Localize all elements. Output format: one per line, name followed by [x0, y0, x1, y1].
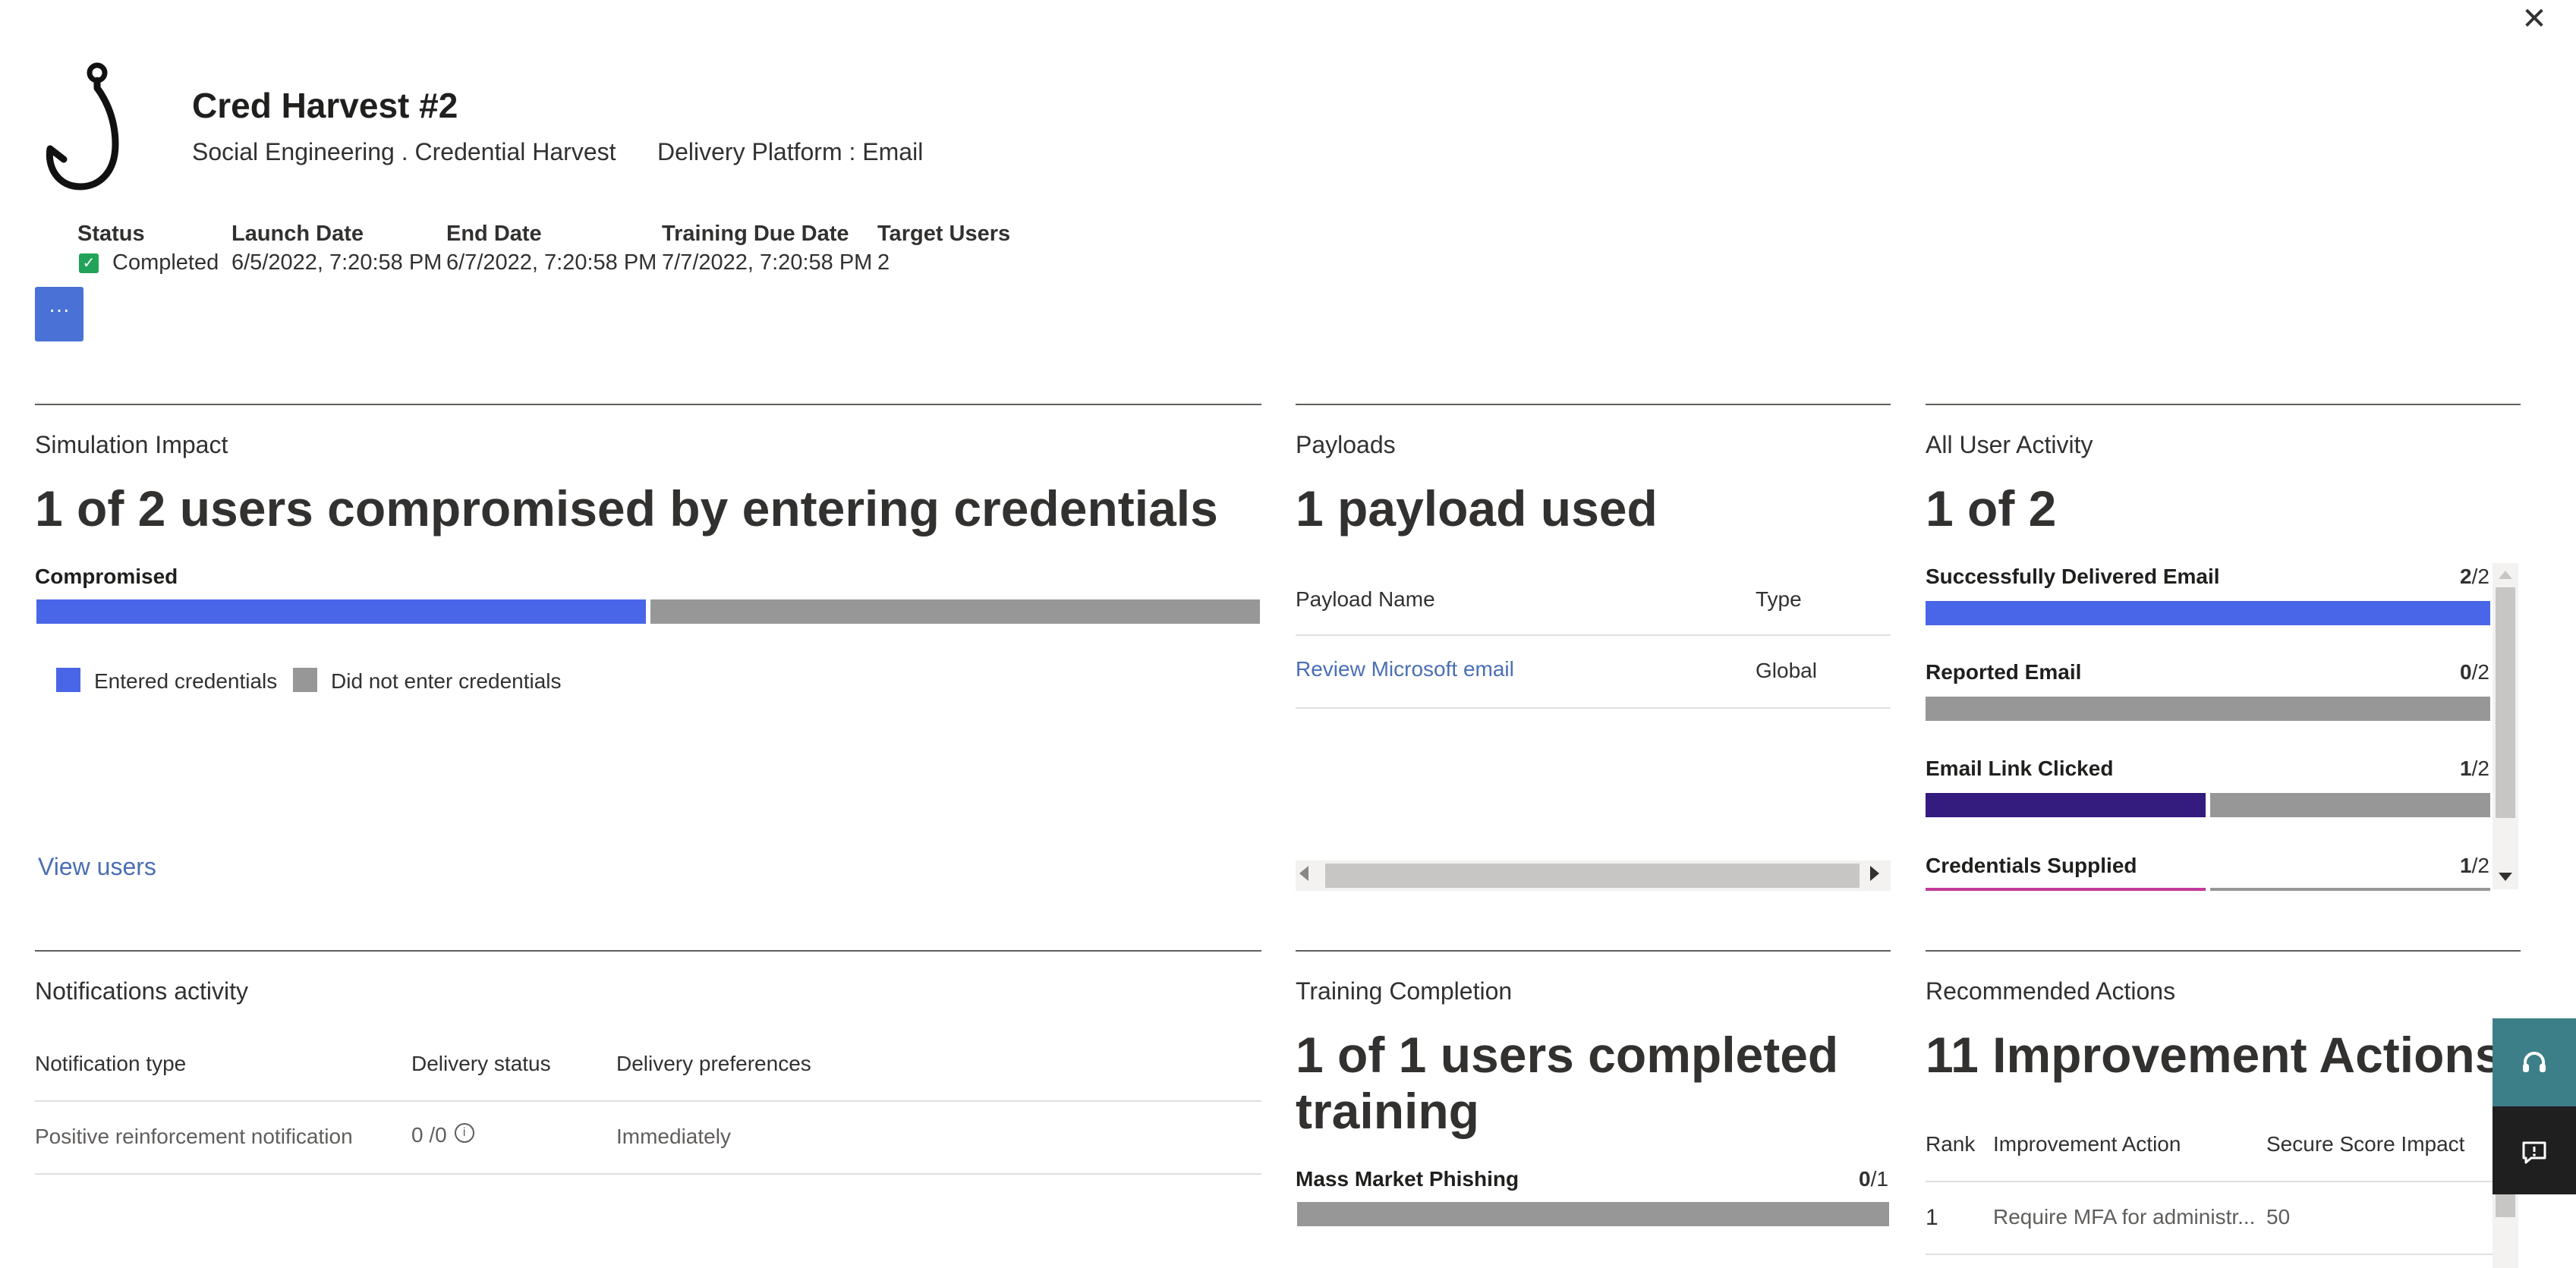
close-button[interactable]: ✕: [2518, 0, 2550, 38]
impact-headline: 1 of 2 users compromised by entering cre…: [35, 480, 1218, 536]
legend-not-entered-label: Did not enter credentials: [331, 669, 562, 693]
payload-type-cell: Global: [1756, 659, 1817, 682]
training-bar: [1297, 1202, 1889, 1226]
activity-headline: 1 of 2: [1926, 480, 2057, 536]
delivery-platform: Delivery Platform : Email: [657, 138, 924, 165]
recommended-row-line: [1926, 1254, 2493, 1255]
payload-name-column[interactable]: Payload Name: [1296, 587, 1435, 612]
impact-section-title: Simulation Impact: [35, 431, 228, 458]
training-headline-line1: 1 of 1 users completed: [1296, 1027, 1839, 1083]
feedback-icon: [2519, 1134, 2549, 1166]
legend-entered-swatch: [56, 668, 80, 692]
delivery-preferences-column[interactable]: Delivery preferences: [616, 1052, 811, 1076]
recommended-headline: 11 Improvement Actions: [1926, 1027, 2503, 1083]
launch-date-value: 6/5/2022, 7:20:58 PM: [231, 250, 442, 275]
divider-payloads: [1296, 404, 1891, 405]
notifications-header-line: [35, 1100, 1261, 1102]
activity-section-title: All User Activity: [1926, 431, 2093, 458]
completed-check-icon: ✓: [79, 253, 99, 273]
help-headset-button[interactable]: [2493, 1018, 2576, 1106]
training-due-value: 7/7/2022, 7:20:58 PM: [662, 250, 873, 275]
delivery-status-cell: 0 /0 i: [411, 1123, 474, 1147]
scroll-right-arrow-icon[interactable]: [1870, 866, 1879, 881]
launch-date-label: Launch Date: [231, 222, 364, 246]
status-value: Completed: [112, 250, 219, 275]
activity-label-reported: Reported Email: [1926, 660, 2082, 684]
improvement-action-column[interactable]: Improvement Action: [1993, 1132, 2181, 1156]
activity-label-link-clicked: Email Link Clicked: [1926, 757, 2114, 780]
training-item-label: Mass Market Phishing: [1296, 1167, 1519, 1191]
simulation-subtitle: Social Engineering . Credential Harvest: [192, 138, 616, 165]
delivery-status-column[interactable]: Delivery status: [411, 1052, 551, 1076]
activity-bar-link-clicked: [1926, 793, 2490, 817]
end-date-value: 6/7/2022, 7:20:58 PM: [446, 250, 657, 275]
activity-bar-credentials: [1926, 888, 2490, 891]
notification-type-column[interactable]: Notification type: [35, 1052, 186, 1076]
payloads-scroll-thumb[interactable]: [1325, 864, 1860, 888]
recommended-header-line: [1926, 1181, 2493, 1182]
notifications-section-title: Notifications activity: [35, 977, 248, 1005]
target-users-value: 2: [877, 250, 890, 275]
notification-type-cell: Positive reinforcement notification: [35, 1125, 353, 1148]
page-title: Cred Harvest #2: [192, 86, 458, 125]
training-headline-line2: training: [1296, 1083, 1479, 1139]
payloads-section-title: Payloads: [1296, 431, 1396, 458]
secure-score-impact-column[interactable]: Secure Score Impact: [2266, 1132, 2464, 1156]
rank-column[interactable]: Rank: [1926, 1132, 1975, 1156]
payload-name-link[interactable]: Review Microsoft email: [1296, 657, 1514, 681]
divider-recommended: [1926, 950, 2521, 952]
activity-ratio-delivered: 2/2: [2460, 565, 2489, 588]
status-label: Status: [77, 222, 145, 246]
compromised-label: Compromised: [35, 565, 178, 588]
scroll-down-arrow-icon[interactable]: [2499, 873, 2512, 881]
divider-impact: [35, 404, 1261, 405]
training-item-ratio: 0/1: [1859, 1167, 1888, 1191]
divider-training: [1296, 950, 1891, 952]
headset-icon: [2519, 1046, 2549, 1078]
activity-bar-fill: [1926, 793, 2206, 817]
activity-bar-remainder: [2210, 888, 2490, 891]
end-date-label: End Date: [446, 222, 542, 246]
target-users-label: Target Users: [877, 222, 1011, 246]
training-section-title: Training Completion: [1296, 977, 1513, 1005]
activity-ratio-reported: 0/2: [2460, 660, 2489, 684]
fishing-hook-icon: [36, 61, 158, 197]
notifications-row-line: [35, 1173, 1261, 1175]
activity-scroll-thumb[interactable]: [2496, 587, 2515, 818]
activity-bar-fill: [1926, 601, 2490, 625]
compromised-bar-not-entered: [650, 599, 1260, 624]
more-actions-button[interactable]: ···: [35, 287, 83, 341]
scroll-up-arrow-icon[interactable]: [2499, 571, 2512, 579]
training-due-label: Training Due Date: [662, 222, 849, 246]
payload-type-column[interactable]: Type: [1756, 587, 1802, 612]
activity-ratio-credentials: 1/2: [2460, 854, 2489, 877]
payloads-header-line: [1296, 634, 1891, 636]
legend-entered-label: Entered credentials: [94, 669, 278, 693]
compromised-bar-entered: [36, 599, 646, 624]
rank-cell: 1: [1926, 1205, 1938, 1230]
secure-score-impact-cell: 50: [2266, 1205, 2291, 1229]
activity-bar-fill: [1926, 888, 2206, 891]
activity-bar-remainder: [2210, 793, 2490, 817]
divider-activity: [1926, 404, 2521, 405]
delivery-preference-cell: Immediately: [616, 1125, 731, 1148]
activity-label-credentials: Credentials Supplied: [1926, 854, 2137, 877]
feedback-button[interactable]: [2493, 1106, 2576, 1194]
improvement-action-cell[interactable]: Require MFA for administr...: [1993, 1205, 2255, 1229]
activity-bar-reported: [1926, 697, 2490, 721]
info-icon[interactable]: i: [454, 1123, 474, 1143]
view-users-link[interactable]: View users: [38, 853, 156, 881]
scroll-left-arrow-icon[interactable]: [1299, 866, 1308, 881]
payloads-row-line: [1296, 707, 1891, 709]
activity-label-delivered: Successfully Delivered Email: [1926, 565, 2220, 588]
payloads-headline: 1 payload used: [1296, 480, 1658, 536]
divider-notifications: [35, 950, 1261, 952]
recommended-section-title: Recommended Actions: [1926, 977, 2176, 1005]
activity-ratio-link-clicked: 1/2: [2460, 757, 2489, 780]
legend-not-entered-swatch: [293, 668, 317, 692]
activity-bar-remainder: [1926, 697, 2490, 721]
activity-bar-delivered: [1926, 601, 2490, 625]
